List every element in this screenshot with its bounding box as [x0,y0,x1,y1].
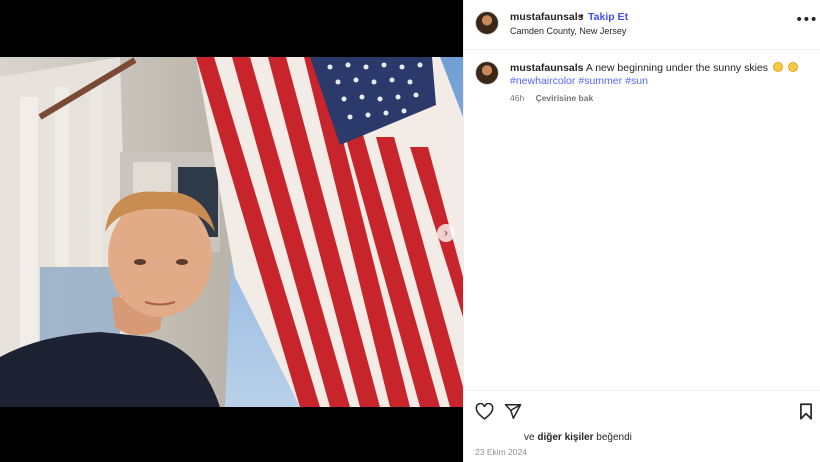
likes-suffix: beğendi [596,432,632,443]
post-header: mustafaunsals • Takip Et Camden County, … [464,0,820,50]
likes-prefix: ve [524,432,535,443]
photo-flag-selfie-image [0,57,463,407]
post-location[interactable]: Camden County, New Jersey [510,26,626,36]
likes-others-link[interactable]: diğer kişiler [537,432,593,443]
hashtag-link[interactable]: #summer [578,75,622,87]
save-button[interactable] [796,401,816,421]
chevron-right-icon: › [443,226,449,240]
likes-summary: ve diğer kişiler beğendi [524,432,632,443]
caption-meta: 46h Çevirisine bak [510,93,593,103]
follow-button[interactable]: Takip Et [588,11,628,23]
post-media-area: › [0,0,463,462]
hashtag-link[interactable]: #sun [625,75,648,87]
heart-icon [475,402,493,420]
post-actions-footer: ve diğer kişiler beğendi 23 Ekim 2024 [464,390,820,462]
hashtag-link[interactable]: #newhaircolor [510,75,575,87]
author-avatar[interactable] [475,11,499,35]
post-photo[interactable] [0,57,463,407]
separator-dot: • [580,10,584,22]
post-side-panel: mustafaunsals • Takip Et Camden County, … [463,0,820,462]
next-image-button[interactable]: › [437,224,455,242]
post-date[interactable]: 23 Ekim 2024 [475,447,527,457]
bookmark-icon [800,402,812,420]
like-button[interactable] [474,401,494,421]
more-horizontal-icon[interactable]: ••• [795,12,818,28]
crescent-moon-emoji-icon [787,62,798,72]
post-age: 46h [510,93,525,103]
sun-emoji-icon [772,62,783,72]
caption-body: A new beginning under the sunny skies [585,62,768,74]
see-translation-button[interactable]: Çevirisine bak [536,93,594,103]
caption-text-line: mustafaunsals A new beginning under the … [510,62,810,75]
caption-username[interactable]: mustafaunsals [510,62,584,74]
caption-hashtags: #newhaircolor #summer #sun [510,75,651,87]
author-username[interactable]: mustafaunsals [510,11,584,23]
instagram-post-view: › mustafaunsals • Takip Et Camden County… [0,0,820,462]
send-icon [504,403,522,419]
caption-author-avatar[interactable] [475,61,499,85]
share-button[interactable] [503,401,523,421]
